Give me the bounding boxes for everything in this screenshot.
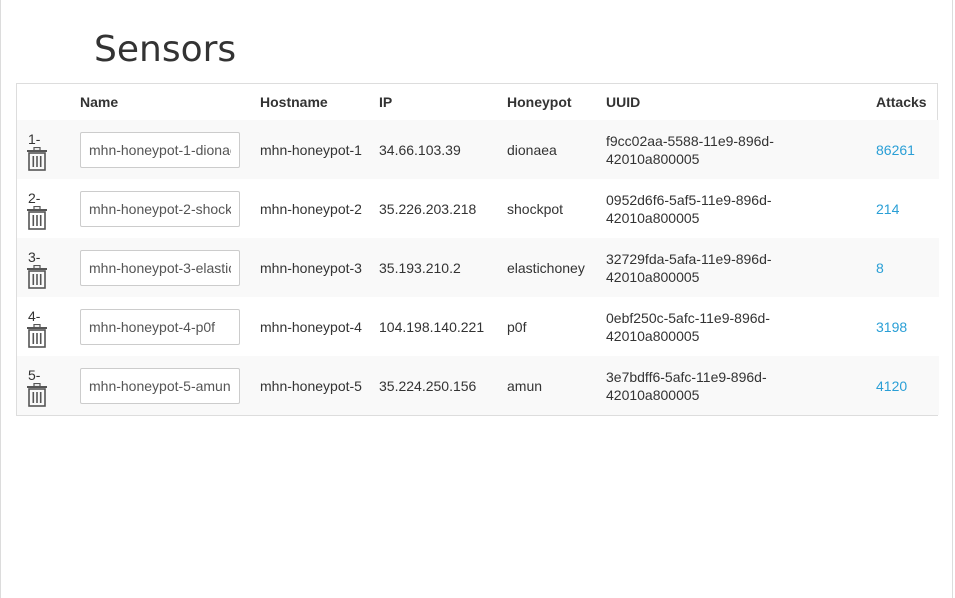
row-index: 4-: [28, 308, 41, 324]
attacks-cell: 86261: [876, 120, 939, 179]
row-index: 5-: [28, 367, 41, 383]
name-cell: [80, 179, 260, 238]
header-attacks: Attacks: [876, 94, 927, 110]
table-row: 5- mhn-honeypot-5 35.224.250.156 amun 3e…: [17, 356, 939, 415]
row-index: 3-: [28, 249, 41, 265]
sensor-name-input[interactable]: [80, 131, 240, 168]
attacks-cell: 4120: [876, 356, 939, 415]
honeypot-cell: p0f: [507, 297, 606, 356]
sensors-table: Name Hostname IP Honeypot UUID Attacks 1…: [16, 83, 939, 416]
uuid-cell: 3e7bdff6-5afc-11e9-896d-42010a800005: [606, 356, 876, 415]
header-hostname: Hostname: [260, 94, 328, 110]
table-row: 3- mhn-honeypot-3 35.193.210.2 elasticho…: [17, 238, 939, 297]
trash-icon[interactable]: [26, 147, 48, 171]
row-index: 2-: [28, 190, 41, 206]
table-header-row: Name Hostname IP Honeypot UUID Attacks: [17, 84, 939, 120]
row-index-cell: 3-: [17, 238, 80, 297]
honeypot-cell: elastichoney: [507, 238, 606, 297]
trash-icon[interactable]: [26, 206, 48, 230]
hostname-cell: mhn-honeypot-3: [260, 238, 379, 297]
hostname-cell: mhn-honeypot-2: [260, 179, 379, 238]
header-name: Name: [80, 94, 119, 110]
sensor-name-input[interactable]: [80, 367, 240, 404]
row-index-cell: 2-: [17, 179, 80, 238]
trash-icon[interactable]: [26, 324, 48, 348]
uuid-cell: 0952d6f6-5af5-11e9-896d-42010a800005: [606, 179, 876, 238]
uuid-cell: 0ebf250c-5afc-11e9-896d-42010a800005: [606, 297, 876, 356]
header-uuid: UUID: [606, 94, 641, 110]
hostname-cell: mhn-honeypot-1: [260, 120, 379, 179]
attacks-link[interactable]: 3198: [876, 319, 907, 335]
attacks-cell: 214: [876, 179, 939, 238]
sensor-name-input[interactable]: [80, 249, 240, 286]
ip-cell: 34.66.103.39: [379, 120, 507, 179]
ip-cell: 35.226.203.218: [379, 179, 507, 238]
name-cell: [80, 238, 260, 297]
trash-icon[interactable]: [26, 265, 48, 289]
attacks-cell: 3198: [876, 297, 939, 356]
header-ip: IP: [379, 94, 393, 110]
header-index: [17, 84, 80, 120]
name-cell: [80, 356, 260, 415]
honeypot-cell: shockpot: [507, 179, 606, 238]
name-cell: [80, 120, 260, 179]
table-row: 2- mhn-honeypot-2 35.226.203.218 shockpo…: [17, 179, 939, 238]
ip-cell: 104.198.140.221: [379, 297, 507, 356]
name-cell: [80, 297, 260, 356]
attacks-link[interactable]: 86261: [876, 142, 915, 158]
hostname-cell: mhn-honeypot-5: [260, 356, 379, 415]
row-index-cell: 5-: [17, 356, 80, 415]
table-row: 4- mhn-honeypot-4 104.198.140.221 p0f 0e…: [17, 297, 939, 356]
uuid-cell: 32729fda-5afa-11e9-896d-42010a800005: [606, 238, 876, 297]
attacks-cell: 8: [876, 238, 939, 297]
page-title: Sensors: [94, 29, 237, 70]
row-index-cell: 1-: [17, 120, 80, 179]
row-index-cell: 4-: [17, 297, 80, 356]
attacks-link[interactable]: 214: [876, 201, 899, 217]
hostname-cell: mhn-honeypot-4: [260, 297, 379, 356]
sensor-name-input[interactable]: [80, 308, 240, 345]
honeypot-cell: dionaea: [507, 120, 606, 179]
row-index: 1-: [28, 131, 41, 147]
attacks-link[interactable]: 8: [876, 260, 884, 276]
honeypot-cell: amun: [507, 356, 606, 415]
uuid-cell: f9cc02aa-5588-11e9-896d-42010a800005: [606, 120, 876, 179]
table-row: 1- mhn-honeypot-1 34.66.103.39 dionaea f…: [17, 120, 939, 179]
trash-icon[interactable]: [26, 383, 48, 407]
ip-cell: 35.224.250.156: [379, 356, 507, 415]
sensor-name-input[interactable]: [80, 190, 240, 227]
header-honeypot: Honeypot: [507, 94, 572, 110]
ip-cell: 35.193.210.2: [379, 238, 507, 297]
attacks-link[interactable]: 4120: [876, 378, 907, 394]
